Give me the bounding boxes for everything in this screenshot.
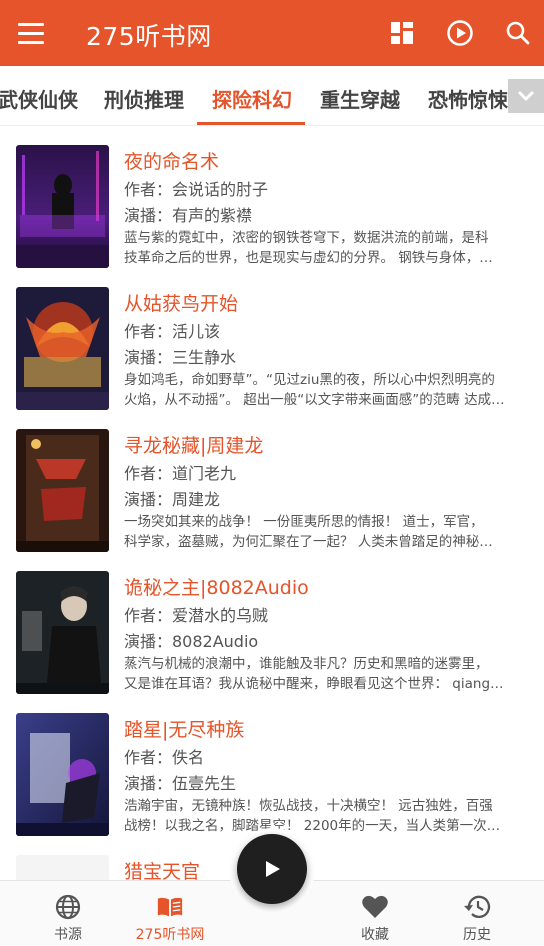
book-narrator: 演播：周建龙 [124,490,221,509]
nav-history[interactable]: 历史 [427,881,527,946]
list-item[interactable]: 踏星|无尽种族 作者：佚名 演播：伍壹先生 浩瀚宇宙，无镜种族！恢弘战技，十决横… [0,695,544,837]
chevron-down-icon [518,91,534,101]
book-cover [16,429,109,552]
book-description: 身如鸿毛，命如野草”。“见过ziu黑的夜，所以心中炽烈明亮的 火焰，从不动摇”。 … [124,372,505,408]
grid-icon[interactable] [386,17,418,49]
nav-favorites[interactable]: 收藏 [325,881,425,946]
book-author: 作者：爱潜水的乌贼 [124,606,269,625]
app-bar: 275听书网 [0,0,544,66]
book-cover [16,713,109,836]
book-title: 诡秘之主|8082Audio [124,577,309,599]
book-icon [156,893,184,921]
book-author: 作者：道门老九 [124,464,237,483]
nav-label: 历史 [463,927,491,943]
book-author: 作者：佚名 [124,748,205,767]
book-description: 蓝与紫的霓虹中，浓密的钢铁苍穹下，数据洪流的前端，是科 技革命之后的世界，也是现实… [124,230,493,266]
nav-home[interactable]: 275听书网 [120,881,220,946]
play-button[interactable] [237,834,307,904]
expand-tabs-button[interactable] [508,79,544,113]
tab-horror[interactable]: 恐怖惊悚 [428,84,508,113]
app-title: 275听书网 [86,22,212,51]
book-title: 从姑获鸟开始 [124,293,239,315]
menu-icon[interactable] [14,18,48,48]
category-tabs: 武侠仙侠 刑侦推理 探险科幻 重生穿越 恐怖惊悚 [0,66,544,126]
active-tab-indicator [197,122,305,125]
book-title: 寻龙秘藏|周建龙 [124,435,264,457]
book-description: 蒸汽与机械的浪潮中，谁能触及非凡？历史和黑暗的迷雾里， 又是谁在耳语？我从诡秘中醒… [124,656,504,692]
book-narrator: 演播：伍壹先生 [124,774,237,793]
nav-label: 书源 [54,927,82,943]
nav-label: 收藏 [361,927,389,943]
nav-sources[interactable]: 书源 [18,881,118,946]
list-item[interactable]: 从姑获鸟开始 作者：活儿该 演播：三生静水 身如鸿毛，命如野草”。“见过ziu黑… [0,269,544,411]
book-title: 踏星|无尽种族 [124,719,245,741]
book-author: 作者：活儿该 [124,322,221,341]
book-cover [16,287,109,410]
list-item[interactable]: 夜的命名术 作者：会说话的肘子 演播：有声的紫襟 蓝与紫的霓虹中，浓密的钢铁苍穹… [0,127,544,269]
book-title: 夜的命名术 [124,151,220,173]
book-description: 一场突如其来的战争！ 一份匪夷所思的情报！ 道士，军官， 科学家，盗墓贼，为何汇聚… [124,514,493,550]
book-cover [16,571,109,694]
globe-icon [54,893,82,921]
nav-label: 275听书网 [135,927,205,943]
play-icon [266,861,280,877]
book-narrator: 演播：8082Audio [124,632,259,651]
tab-detective[interactable]: 刑侦推理 [104,84,184,113]
play-circle-icon[interactable] [444,17,476,49]
book-description: 浩瀚宇宙，无镜种族！恢弘战技，十决横空！ 远古独姓，百强 战榜！以我之名，脚踏星空… [124,798,501,834]
tab-rebirth[interactable]: 重生穿越 [320,84,400,113]
book-author: 作者：会说话的肘子 [124,180,269,199]
book-narrator: 演播：三生静水 [124,348,237,367]
list-item[interactable]: 寻龙秘藏|周建龙 作者：道门老九 演播：周建龙 一场突如其来的战争！ 一份匪夷所… [0,411,544,553]
list-item[interactable]: 诡秘之主|8082Audio 作者：爱潜水的乌贼 演播：8082Audio 蒸汽… [0,553,544,695]
tab-wuxia[interactable]: 武侠仙侠 [0,84,78,113]
book-narrator: 演播：有声的紫襟 [124,206,253,225]
heart-icon [361,893,389,921]
book-cover [16,145,109,268]
search-icon[interactable] [502,17,534,49]
tab-adventure-scifi[interactable]: 探险科幻 [212,84,292,113]
history-icon [463,893,491,921]
